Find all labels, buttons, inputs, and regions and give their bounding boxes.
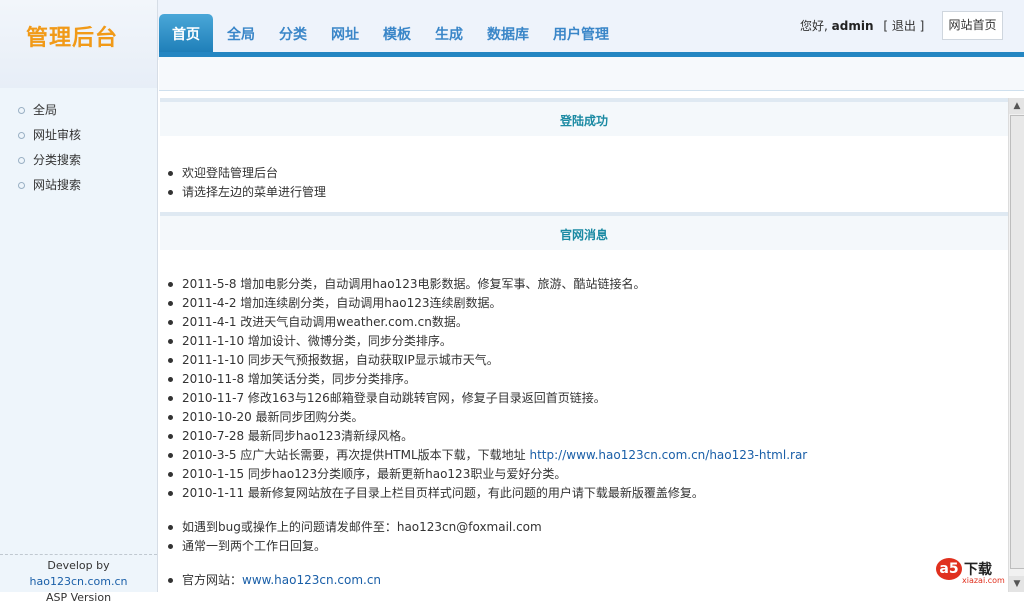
vertical-scrollbar[interactable]: ▲ ▼: [1008, 98, 1024, 592]
list-item: 官方网站：www.hao123cn.com.cn: [168, 571, 1008, 590]
sidebar-footer: Develop by hao123cn.com.cn ASP Version: [0, 554, 157, 606]
sidebar-item-label: 网站搜索: [33, 178, 82, 192]
footer-prefix: Develop by: [47, 559, 110, 572]
list-item: 2010-1-15 同步hao123分类顺序，最新更新hao123职业与爱好分类…: [168, 465, 1008, 484]
developer-link[interactable]: hao123cn.com.cn: [30, 575, 128, 588]
news-section-body: 2011-5-8 增加电影分类，自动调用hao123电影数据。修复军事、旅游、酷…: [160, 250, 1008, 592]
a5-logo-icon: a5: [936, 558, 962, 580]
list-item: 2010-3-5 应广大站长需要，再次提供HTML版本下载，下载地址 http:…: [168, 446, 1008, 465]
tab-user-management[interactable]: 用户管理: [541, 14, 621, 52]
list-item: 2010-11-8 增加笑话分类，同步分类排序。: [168, 370, 1008, 389]
list-item: 2011-1-10 同步天气预报数据，自动获取IP显示城市天气。: [168, 351, 1008, 370]
circle-bullet-icon: [18, 107, 25, 114]
sidebar: 全局 网址审核 分类搜索 网站搜索 Develop by hao123cn.co…: [0, 88, 158, 604]
login-section-title: 登陆成功: [160, 98, 1008, 136]
list-item: 2010-10-20 最新同步团购分类。: [168, 408, 1008, 427]
sidebar-item-label: 分类搜索: [33, 153, 82, 167]
login-section-body: 欢迎登陆管理后台 请选择左边的菜单进行管理: [160, 136, 1008, 212]
list-item: 请选择左边的菜单进行管理: [168, 183, 1008, 202]
user-info: 您好, admin [ 退出 ]: [800, 17, 924, 34]
download-link[interactable]: http://www.hao123cn.com.cn/hao123-html.r…: [530, 448, 808, 462]
news-section-title: 官网消息: [160, 212, 1008, 250]
list-item: 通常一到两个工作日回复。: [168, 537, 1008, 556]
list-item: 欢迎登陆管理后台: [168, 164, 1008, 183]
sidebar-item-label: 全局: [33, 103, 58, 117]
official-site-link[interactable]: www.hao123cn.com.cn: [242, 573, 381, 587]
list-item: 2010-1-11 最新修复网站放在子目录上栏目页样式问题，有此问题的用户请下载…: [168, 484, 1008, 503]
scroll-up-arrow-icon[interactable]: ▲: [1009, 98, 1024, 114]
list-item: 如遇到bug或操作上的问题请发邮件至：hao123cn@foxmail.com: [168, 518, 1008, 537]
official-label: 官方网站：: [182, 573, 243, 587]
scroll-thumb[interactable]: [1010, 115, 1024, 569]
list-item: 2011-5-8 增加电影分类，自动调用hao123电影数据。修复军事、旅游、酷…: [168, 275, 1008, 294]
sidebar-item-label: 网址审核: [33, 128, 82, 142]
list-item: 2010-7-28 最新同步hao123清新绿风格。: [168, 427, 1008, 446]
circle-bullet-icon: [18, 132, 25, 139]
circle-bullet-icon: [18, 182, 25, 189]
logout-link[interactable]: [ 退出 ]: [883, 19, 924, 33]
list-item: 2011-4-1 改进天气自动调用weather.com.cn数据。: [168, 313, 1008, 332]
sidebar-item-url-review[interactable]: 网址审核: [0, 123, 157, 148]
list-item: 2011-4-2 增加连续剧分类，自动调用hao123连续剧数据。: [168, 294, 1008, 313]
tab-template[interactable]: 模板: [371, 14, 423, 52]
tab-url[interactable]: 网址: [319, 14, 371, 52]
tab-home[interactable]: 首页: [159, 14, 213, 52]
list-item: 2010-11-7 修改163与126邮箱登录自动跳转官网，修复子目录返回首页链…: [168, 389, 1008, 408]
logo-area: 管理后台: [0, 0, 158, 88]
greeting: 您好,: [800, 19, 828, 33]
sidebar-item-category-search[interactable]: 分类搜索: [0, 148, 157, 173]
version-text: ASP Version: [45, 591, 112, 604]
main-content: 登陆成功 欢迎登陆管理后台 请选择左边的菜单进行管理 官网消息 2011-5-8…: [160, 98, 1008, 592]
news-text: 2010-3-5 应广大站长需要，再次提供HTML版本下载，下载地址: [182, 448, 530, 462]
circle-bullet-icon: [18, 157, 25, 164]
site-home-button[interactable]: 网站首页: [942, 11, 1003, 40]
sidebar-item-site-search[interactable]: 网站搜索: [0, 173, 157, 198]
watermark-logo: a5 下载 xiazai.com: [936, 556, 1016, 586]
tab-global[interactable]: 全局: [215, 14, 267, 52]
sidebar-item-global[interactable]: 全局: [0, 98, 157, 123]
username: admin: [831, 19, 874, 33]
tab-generate[interactable]: 生成: [423, 14, 475, 52]
tab-category[interactable]: 分类: [267, 14, 319, 52]
watermark-sub: xiazai.com: [962, 576, 1005, 585]
list-item: 2011-1-10 增加设计、微博分类，同步分类排序。: [168, 332, 1008, 351]
sub-toolbar: [159, 57, 1024, 91]
tab-database[interactable]: 数据库: [475, 14, 541, 52]
main-tabs: 首页 全局 分类 网址 模板 生成 数据库 用户管理: [159, 14, 621, 52]
logo: 管理后台: [26, 26, 119, 51]
